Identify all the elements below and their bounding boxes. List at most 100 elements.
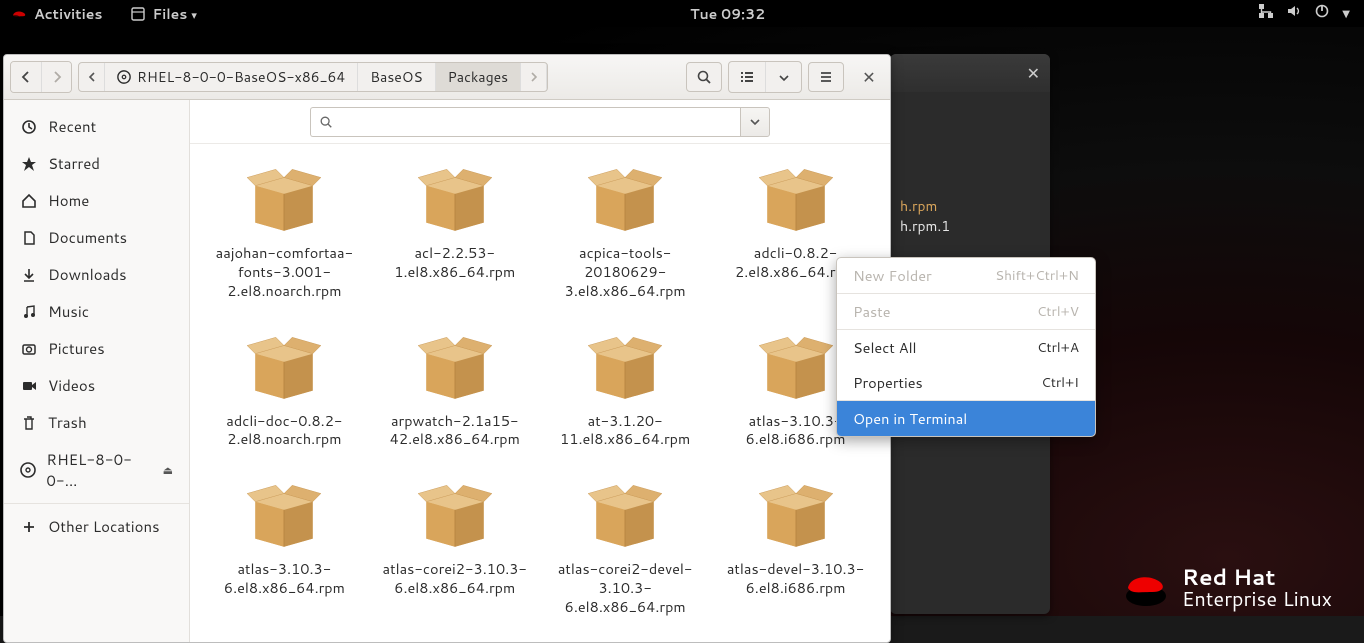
- terminal-line: h.rpm: [900, 196, 1040, 216]
- view-options-button[interactable]: [765, 62, 801, 92]
- back-button[interactable]: [11, 62, 41, 92]
- sidebar-item-home[interactable]: Home: [4, 182, 189, 219]
- chevron-down-icon: [748, 115, 762, 129]
- disc-icon: [20, 461, 36, 479]
- search-icon: [696, 69, 712, 85]
- ctx-select-all[interactable]: Select AllCtrl+A: [837, 330, 1095, 365]
- system-menu-chevron-icon[interactable]: ▼: [1342, 7, 1350, 21]
- files-window: RHEL-8-0-0-BaseOS-x86_64 BaseOS Packages…: [3, 54, 891, 643]
- redhat-fedora-icon: [1120, 568, 1168, 608]
- home-icon: [20, 192, 38, 210]
- file-item[interactable]: at-3.1.20-11.el8.x86_64.rpm: [545, 322, 705, 465]
- sidebar-item-music[interactable]: Music: [4, 293, 189, 330]
- file-label: aajohan-comfortaa-fonts-3.001-2.el8.noar…: [207, 244, 362, 301]
- activities-button[interactable]: Activities: [34, 4, 102, 24]
- clock[interactable]: Tue 09:32: [197, 4, 1258, 24]
- search-input[interactable]: [341, 112, 732, 132]
- sidebar-item-downloads[interactable]: Downloads: [4, 256, 189, 293]
- path-seg[interactable]: BaseOS: [358, 63, 435, 91]
- pathbar: RHEL-8-0-0-BaseOS-x86_64 BaseOS Packages: [78, 62, 548, 92]
- search-input-wrapper[interactable]: [310, 107, 740, 137]
- sidebar-item-other-locations[interactable]: Other Locations: [4, 508, 189, 545]
- sidebar-item-device[interactable]: RHEL-8-0-0-...⏏: [4, 441, 189, 504]
- top-panel: Activities Files Tue 09:32 ▼: [0, 0, 1364, 27]
- file-item[interactable]: aajohan-comfortaa-fonts-3.001-2.el8.noar…: [204, 154, 364, 316]
- sidebar-item-pictures[interactable]: Pictures: [4, 330, 189, 367]
- package-icon: [581, 154, 669, 242]
- path-seg-current[interactable]: Packages: [436, 63, 521, 91]
- file-item[interactable]: atlas-devel-3.10.3-6.el8.i686.rpm: [716, 470, 876, 632]
- music-icon: [20, 303, 38, 321]
- file-label: atlas-corei2-devel-3.10.3-6.el8.x86_64.r…: [548, 560, 703, 617]
- forward-button[interactable]: [41, 62, 71, 92]
- files-app-icon: [130, 6, 146, 22]
- search-filter-dropdown[interactable]: [740, 107, 770, 137]
- ctx-open-terminal[interactable]: Open in Terminal: [837, 401, 1095, 436]
- power-icon[interactable]: [1314, 3, 1330, 24]
- sidebar-item-starred[interactable]: Starred: [4, 145, 189, 182]
- file-label: acl-2.2.53-1.el8.x86_64.rpm: [377, 244, 532, 282]
- sidebar-item-documents[interactable]: Documents: [4, 219, 189, 256]
- package-icon: [240, 470, 328, 558]
- sidebar-item-videos[interactable]: Videos: [4, 367, 189, 404]
- file-item[interactable]: acpica-tools-20180629-3.el8.x86_64.rpm: [545, 154, 705, 316]
- file-label: atlas-3.10.3-6.el8.x86_64.rpm: [207, 560, 362, 598]
- app-menu[interactable]: Files: [130, 4, 196, 24]
- path-overflow-right[interactable]: [521, 63, 547, 91]
- file-label: atlas-corei2-3.10.3-6.el8.x86_64.rpm: [377, 560, 532, 598]
- search-button[interactable]: [686, 62, 722, 92]
- close-icon[interactable]: ✕: [1027, 62, 1040, 85]
- sidebar: Recent Starred Home Documents Downloads …: [4, 100, 190, 642]
- file-label: atlas-devel-3.10.3-6.el8.i686.rpm: [718, 560, 873, 598]
- package-icon: [240, 154, 328, 242]
- package-icon: [411, 322, 499, 410]
- ctx-properties[interactable]: PropertiesCtrl+I: [837, 365, 1095, 400]
- disc-icon: [117, 70, 131, 84]
- window-close-button[interactable]: ✕: [854, 62, 884, 92]
- package-icon: [581, 470, 669, 558]
- star-icon: [20, 155, 38, 173]
- file-label: acpica-tools-20180629-3.el8.x86_64.rpm: [548, 244, 703, 301]
- downloads-icon: [20, 266, 38, 284]
- eject-icon[interactable]: ⏏: [163, 462, 173, 478]
- file-label: arpwatch-2.1a15-42.el8.x86_64.rpm: [377, 412, 532, 450]
- pictures-icon: [20, 340, 38, 358]
- file-item[interactable]: atlas-corei2-devel-3.10.3-6.el8.x86_64.r…: [545, 470, 705, 632]
- package-icon: [752, 470, 840, 558]
- terminal-body[interactable]: h.rpm h.rpm.1: [890, 92, 1050, 244]
- terminal-line: h.rpm.1: [900, 216, 1040, 236]
- file-item[interactable]: adcli-doc-0.8.2-2.el8.noarch.rpm: [204, 322, 364, 465]
- files-headerbar: RHEL-8-0-0-BaseOS-x86_64 BaseOS Packages…: [4, 55, 890, 100]
- volume-icon[interactable]: [1286, 3, 1302, 24]
- package-icon: [752, 154, 840, 242]
- hamburger-icon: [818, 69, 834, 85]
- package-icon: [752, 322, 840, 410]
- context-menu: New FolderShift+Ctrl+N PasteCtrl+V Selec…: [836, 257, 1096, 437]
- package-icon: [411, 470, 499, 558]
- view-toggle-button[interactable]: [729, 62, 765, 92]
- file-item[interactable]: acl-2.2.53-1.el8.x86_64.rpm: [375, 154, 535, 316]
- search-icon: [319, 115, 333, 129]
- redhat-logo-icon: [10, 8, 28, 20]
- plus-icon: [20, 518, 38, 536]
- videos-icon: [20, 377, 38, 395]
- path-seg-root[interactable]: RHEL-8-0-0-BaseOS-x86_64: [105, 63, 358, 91]
- package-icon: [240, 322, 328, 410]
- file-item[interactable]: atlas-corei2-3.10.3-6.el8.x86_64.rpm: [375, 470, 535, 632]
- sidebar-item-recent[interactable]: Recent: [4, 108, 189, 145]
- icon-grid[interactable]: aajohan-comfortaa-fonts-3.001-2.el8.noar…: [190, 144, 890, 642]
- file-label: at-3.1.20-11.el8.x86_64.rpm: [548, 412, 703, 450]
- path-overflow-left[interactable]: [79, 63, 105, 91]
- network-icon[interactable]: [1258, 3, 1274, 24]
- distro-logo: Red Hat Enterprise Linux: [1120, 566, 1332, 610]
- sidebar-item-trash[interactable]: Trash: [4, 404, 189, 441]
- file-item[interactable]: arpwatch-2.1a15-42.el8.x86_64.rpm: [375, 322, 535, 465]
- file-label: adcli-doc-0.8.2-2.el8.noarch.rpm: [207, 412, 362, 450]
- file-item[interactable]: atlas-3.10.3-6.el8.x86_64.rpm: [204, 470, 364, 632]
- documents-icon: [20, 229, 38, 247]
- clock-icon: [20, 118, 38, 136]
- hamburger-menu-button[interactable]: [808, 62, 844, 92]
- desktop: ✕ h.rpm h.rpm.1 Red Hat Enterprise Linux: [0, 27, 1364, 616]
- trash-icon: [20, 414, 38, 432]
- ctx-paste: PasteCtrl+V: [837, 294, 1095, 329]
